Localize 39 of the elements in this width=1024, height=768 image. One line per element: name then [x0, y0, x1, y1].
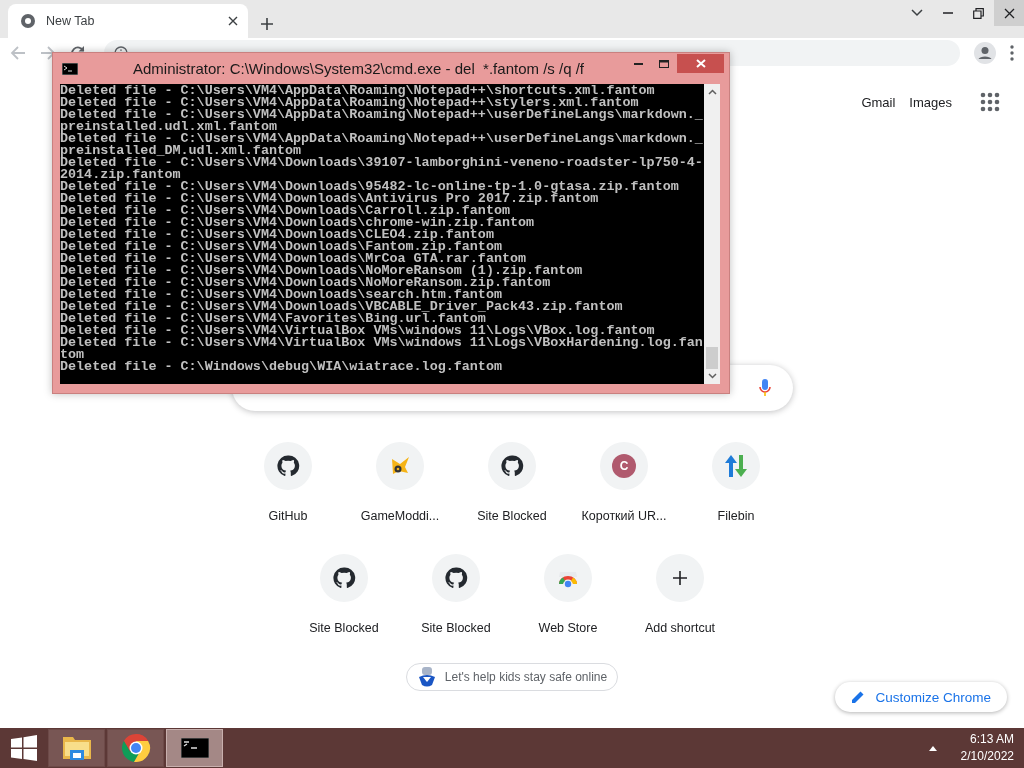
- shortcut-label: Site Blocked: [421, 621, 491, 635]
- console-line: tom: [60, 349, 85, 361]
- shortcut-label: Web Store: [538, 621, 598, 635]
- console-line: Deleted file - C:\Users\VM4\Downloads\NoMoreRansom (1).zip.fantom: [60, 265, 584, 277]
- console-line: Deleted file - C:\Users\VM4\Favorites\Bing.url.fantom: [60, 313, 486, 325]
- console-line: 2014.zip.fantom: [60, 169, 181, 181]
- console-line: Deleted file - C:\Users\VM4\Downloads\Antivirus Pro 2017.zip.fantom: [60, 193, 599, 205]
- console-line: Deleted file - C:\Users\VM4\Downloads\39107-lamborghini-veneno-roadster-lp750-4-: [60, 157, 704, 169]
- console-line: Deleted file - C:\Users\VM4\AppData\Roaming\Notepad++\stylers.xml.fantom: [60, 97, 639, 109]
- console-line: Deleted file - C:\Users\VM4\VirtualBox VMs\windows 11\Logs\VBox.log.fantom: [60, 325, 655, 337]
- console-line: preinstalled.udl.xml.fantom: [60, 121, 277, 133]
- console-line: Deleted file - C:\Windows\debug\WIA\wiatrace.log.fantom: [60, 361, 503, 373]
- clock-date: 2/10/2022: [960, 748, 1014, 765]
- console-line: Deleted file - C:\Users\VM4\AppData\Roaming\Notepad++\userDefineLangs\markdown._: [60, 109, 704, 121]
- console-line: Deleted file - C:\Users\VM4\Downloads\search.htm.fantom: [60, 289, 502, 301]
- console-line: Deleted file - C:\Users\VM4\Downloads\chrome-win.zip.fantom: [60, 217, 536, 229]
- console-line: Deleted file - C:\Users\VM4\Downloads\Carroll.zip.fantom: [60, 205, 510, 217]
- console-line: Deleted file - C:\Users\VM4\Downloads\VBCABLE_Driver_Pack43.zip.fantom: [60, 301, 624, 313]
- console-line: Deleted file - C:\Users\VM4\VirtualBox VMs\windows 11\Logs\VBoxHardening.log.fan: [60, 337, 704, 349]
- console-line: Deleted file - C:\Users\VM4\Downloads\NoMoreRansom.zip.fantom: [60, 277, 551, 289]
- shortcut-label: Site Blocked: [477, 509, 547, 523]
- shortcut-label: GameModdi...: [360, 509, 440, 523]
- shortcut-label: Site Blocked: [309, 621, 379, 635]
- shortcut-label: Filebin: [717, 509, 755, 523]
- console-line: Deleted file - C:\Users\VM4\Downloads\95482-lc-online-tp-1.0-gtasa.zip.fantom: [60, 181, 680, 193]
- console-line: Deleted file - C:\Users\VM4\AppData\Roaming\Notepad++\userDefineLangs\markdown._: [60, 133, 704, 145]
- shortcut-label: Короткий UR...: [581, 509, 667, 523]
- promo-text: Let's help kids stay safe online: [444, 670, 608, 684]
- console-line: Deleted file - C:\Users\VM4\AppData\Roaming\Notepad++\shortcuts.xml.fantom: [60, 85, 656, 97]
- window-title: Administrator: C:\Windows\System32\cmd.exe - del *.fantom /s /q /f: [133, 60, 584, 77]
- console-line: Deleted file - C:\Users\VM4\Downloads\CLEO4.zip.fantom: [60, 229, 494, 241]
- letter-avatar: C: [612, 454, 636, 478]
- clock-time: 6:13 AM: [969, 731, 1014, 748]
- shortcut-label: GitHub: [268, 509, 308, 523]
- tab-title: New Tab: [46, 14, 96, 28]
- console-line: preinstalled_DM.udl.xml.fantom: [60, 145, 302, 157]
- shortcut-label: Add shortcut: [644, 621, 716, 635]
- console-line: Deleted file - C:\Users\VM4\Downloads\Fantom.zip.fantom: [60, 241, 502, 253]
- console-line: Deleted file - C:\Users\VM4\Downloads\MrCoa GTA.rar.fantom: [60, 253, 527, 265]
